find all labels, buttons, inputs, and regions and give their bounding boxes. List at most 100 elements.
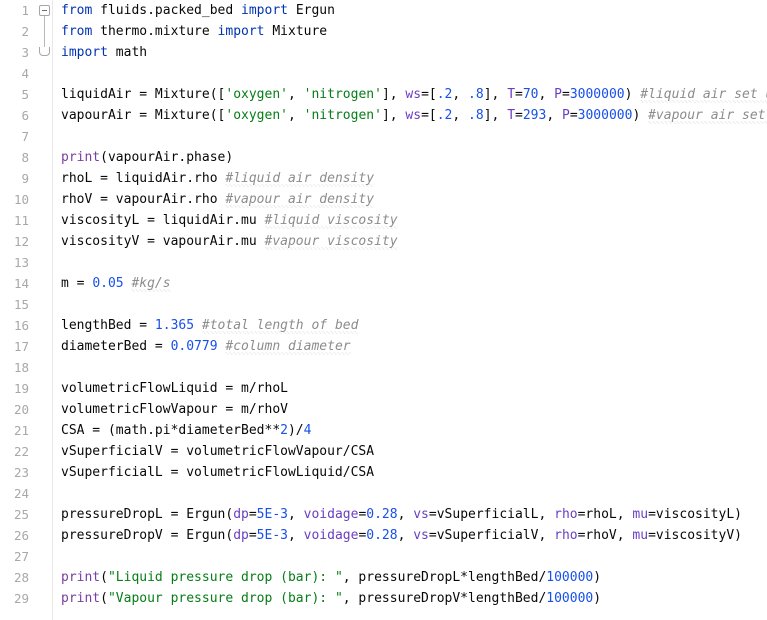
code-line[interactable]: CSA = (math.pi*diameterBed**2)/4 — [61, 420, 767, 441]
code-line[interactable]: print("Liquid pressure drop (bar): ", pr… — [61, 567, 767, 588]
fold-collapse-icon[interactable] — [39, 5, 50, 16]
code-line[interactable]: from thermo.mixture import Mixture — [61, 21, 767, 42]
code-line[interactable]: rhoL = liquidAir.rho #liquid air density — [61, 168, 767, 189]
token-str: 'oxygen' — [225, 108, 288, 123]
code-line[interactable] — [61, 357, 767, 378]
code-line[interactable]: import math — [61, 42, 767, 63]
code-line[interactable]: diameterBed = 0.0779 #column diameter — [61, 336, 767, 357]
token-plain: rhoL = liquidAir.rho — [61, 171, 226, 186]
line-number: 25 — [13, 507, 29, 522]
token-str: "Liquid pressure drop (bar): " — [107, 570, 343, 585]
code-line[interactable]: viscosityL = liquidAir.mu #liquid viscos… — [61, 210, 767, 231]
line-number: 14 — [13, 276, 29, 291]
token-kwarg: rho — [554, 528, 578, 543]
token-plain: , — [538, 87, 555, 102]
code-line[interactable]: viscosityV = vapourAir.mu #vapour viscos… — [61, 231, 767, 252]
token-plain: =vSuperficialV, — [428, 528, 555, 543]
token-plain: rhoV = vapourAir.rho — [61, 192, 226, 207]
token-cmt: #kg/s — [131, 276, 171, 292]
code-content[interactable]: from fluids.packed_bed import Ergun from … — [53, 0, 767, 620]
code-line[interactable]: vSuperficialV = volumetricFlowVapour/CSA — [61, 441, 767, 462]
line-number: 13 — [13, 255, 29, 270]
token-plain: = — [248, 507, 257, 522]
code-line[interactable] — [61, 483, 767, 504]
code-line[interactable]: rhoV = vapourAir.rho #vapour air density — [61, 189, 767, 210]
token-plain: = — [248, 528, 257, 543]
token-kwarg: vs — [413, 507, 429, 522]
code-line[interactable]: from fluids.packed_bed import Ergun — [61, 0, 767, 21]
token-plain: math — [115, 45, 148, 60]
line-number: 29 — [13, 591, 29, 606]
code-line[interactable]: m = 0.05 #kg/s — [61, 273, 767, 294]
token-num: .8 — [468, 87, 484, 102]
code-folding-column[interactable] — [38, 0, 52, 620]
line-number: 15 — [13, 297, 29, 312]
token-plain: , — [287, 507, 304, 522]
code-line[interactable]: vSuperficialL = volumetricFlowLiquid/CSA — [61, 462, 767, 483]
token-bif: print — [61, 570, 101, 585]
code-line[interactable] — [61, 252, 767, 273]
code-line[interactable] — [61, 294, 767, 315]
token-plain: ) — [593, 570, 602, 585]
line-number: 17 — [13, 339, 29, 354]
token-num: 3000000 — [577, 108, 633, 123]
code-line[interactable] — [61, 126, 767, 147]
token-kwarg: voidage — [303, 507, 359, 522]
token-kw: import — [217, 24, 273, 39]
token-plain: , — [288, 87, 304, 102]
line-number: 23 — [13, 465, 29, 480]
line-number: 7 — [21, 129, 29, 144]
code-line[interactable]: pressureDropV = Ergun(dp=5E-3, voidage=0… — [61, 525, 767, 546]
code-editor[interactable]: 1 2 3 4 5 6 7 8 9 10 11 12 13 14 15 16 17 18 19 20 21 22 23 24 2… — [0, 0, 767, 620]
token-kwarg: T — [507, 108, 516, 123]
code-line[interactable]: vapourAir = Mixture(['oxygen', 'nitrogen… — [61, 105, 767, 126]
token-num: .2 — [436, 87, 453, 102]
token-plain: =viscosityV) — [648, 528, 742, 543]
fold-end-icon[interactable] — [39, 47, 50, 56]
line-number: 19 — [13, 381, 29, 396]
token-cmt: #liquid air density — [225, 171, 375, 187]
token-str: 'oxygen' — [225, 87, 288, 102]
line-number: 21 — [13, 423, 29, 438]
token-kw: import — [61, 45, 116, 60]
line-number: 9 — [21, 171, 29, 186]
token-kwarg: rho — [554, 507, 578, 522]
token-plain: diameterBed = — [61, 339, 171, 354]
token-plain: , — [452, 108, 469, 123]
code-line[interactable] — [61, 546, 767, 567]
token-kwarg: vs — [413, 528, 429, 543]
token-kwarg: dp — [233, 507, 249, 522]
token-kw: from — [61, 3, 101, 18]
token-kw: import — [241, 3, 296, 18]
code-line[interactable]: lengthBed = 1.365 #total length of bed — [61, 315, 767, 336]
token-plain: , — [546, 108, 562, 123]
editor-gutter[interactable]: 1 2 3 4 5 6 7 8 9 10 11 12 13 14 15 16 17 18 19 20 21 22 23 24 2… — [0, 0, 53, 620]
token-plain: ( — [100, 591, 108, 606]
token-plain: m = — [61, 276, 93, 291]
line-number: 8 — [21, 150, 29, 165]
code-line[interactable]: volumetricFlowLiquid = m/rhoL — [61, 378, 767, 399]
code-line[interactable]: print("Vapour pressure drop (bar): ", pr… — [61, 588, 767, 609]
token-plain: )/ — [287, 423, 304, 438]
code-line[interactable]: liquidAir = Mixture(['oxygen', 'nitrogen… — [61, 84, 767, 105]
code-line[interactable]: pressureDropL = Ergun(dp=5E-3, voidage=0… — [61, 504, 767, 525]
line-number: 22 — [13, 444, 29, 459]
token-plain: pressureDropV = Ergun( — [61, 528, 234, 543]
token-plain: lengthBed = — [61, 318, 155, 333]
token-kwarg: P — [554, 87, 562, 102]
token-num: 0.0779 — [170, 339, 218, 354]
token-kwarg: mu — [632, 507, 649, 522]
token-num: 0.28 — [366, 507, 398, 522]
token-num: 293 — [522, 108, 547, 123]
token-kwarg: P — [561, 108, 570, 123]
code-line[interactable]: volumetricFlowVapour = m/rhoV — [61, 399, 767, 420]
token-plain: fluids.packed_bed — [100, 3, 242, 18]
code-line[interactable]: print(vapourAir.phase) — [61, 147, 767, 168]
token-plain: vapourAir = Mixture([ — [61, 108, 226, 123]
token-plain: ) — [593, 591, 602, 606]
token-plain: , pressureDropV*lengthBed/ — [342, 591, 547, 606]
token-cmt: #column diameter — [225, 339, 351, 355]
code-line[interactable] — [61, 63, 767, 84]
token-str: 'nitrogen' — [303, 87, 382, 102]
token-str: "Vapour pressure drop (bar): " — [107, 591, 343, 606]
